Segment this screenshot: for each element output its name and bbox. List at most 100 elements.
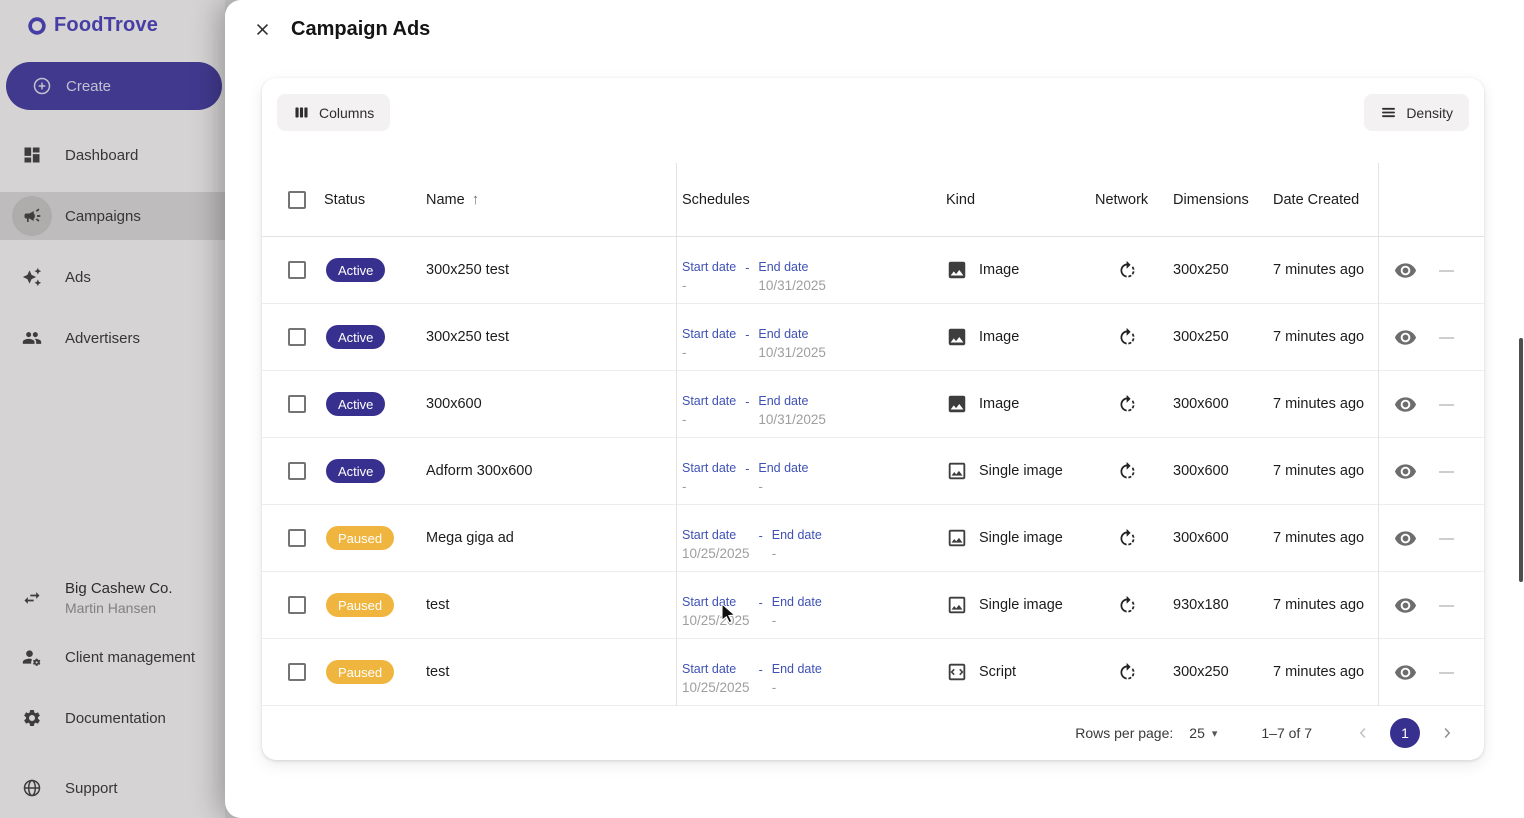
end-date-group: End date 10/31/2025 [758,260,826,293]
kind-cell: Single image [946,460,1095,482]
table-row[interactable]: Paused Mega giga ad Start date 10/25/202… [262,505,1484,572]
table-row[interactable]: Active 300x250 test Start date - - End d… [262,304,1484,371]
preview-button[interactable] [1394,661,1417,684]
start-date-group: Start date - [682,394,736,427]
header-kind[interactable]: Kind [946,192,1095,208]
current-page-button[interactable]: 1 [1390,718,1420,748]
row-checkbox[interactable] [288,395,306,413]
header-date-created[interactable]: Date Created [1273,192,1378,208]
dimensions-cell: 300x250 [1173,664,1229,680]
eye-icon [1394,597,1417,613]
row-checkbox[interactable] [288,328,306,346]
row-checkbox[interactable] [288,529,306,547]
header-network[interactable]: Network [1095,192,1173,208]
start-date-group: Start date - [682,461,736,494]
sidebar-item-dashboard[interactable]: Dashboard [0,131,225,179]
sidebar-item-support[interactable]: Support [0,764,225,812]
schedules-cell: Start date - - End date 10/31/2025 [676,315,946,360]
image-filled-icon [946,259,968,281]
sidebar-item-advertisers[interactable]: Advertisers [0,314,225,362]
eye-icon [1394,530,1417,546]
eye-icon [1394,664,1417,680]
start-date-label: Start date [682,527,737,542]
sidebar-item-documentation[interactable]: Documentation [0,694,225,742]
row-checkbox[interactable] [288,663,306,681]
status-badge: Active [326,325,386,349]
sort-ascending-icon[interactable]: ↑ [472,191,480,208]
select-all-checkbox[interactable] [288,190,306,209]
dimensions-cell: 930x180 [1173,597,1229,613]
columns-icon [295,107,308,118]
ads-table-card: Columns Density Status Name ↑ Schedules … [262,78,1484,760]
prev-page-button[interactable] [1348,718,1378,748]
sidebar-item-client-management[interactable]: Client management [0,633,225,681]
network-rotate-icon [1117,260,1138,281]
ads-table: Status Name ↑ Schedules Kind Network Dim… [262,163,1484,706]
table-row[interactable]: Active Adform 300x600 Start date - - End… [262,438,1484,505]
kind-label: Image [979,396,1020,412]
sidebar-item-ads[interactable]: Ads [0,253,225,301]
row-checkbox[interactable] [288,462,306,480]
start-date-group: Start date - [682,327,736,360]
row-checkbox[interactable] [288,596,306,614]
status-badge: Active [326,459,386,483]
end-date-label: End date [758,460,809,475]
chevron-right-icon [1444,727,1451,739]
schedule-dash: - [758,662,763,677]
end-date-group: End date 10/31/2025 [758,327,826,360]
account-switcher[interactable]: Big Cashew Co. Martin Hansen [0,574,225,622]
scrollbar-thumb[interactable] [1519,338,1523,582]
table-row[interactable]: Active 300x600 Start date - - End date 1… [262,371,1484,438]
header-status[interactable]: Status [324,192,426,208]
columns-button[interactable]: Columns [277,94,391,131]
row-action-placeholder: — [1439,328,1454,346]
preview-button[interactable] [1394,393,1417,416]
table-header-row: Status Name ↑ Schedules Kind Network Dim… [262,163,1484,237]
end-date-group: End date 10/31/2025 [758,394,826,427]
density-button-label: Density [1406,104,1453,121]
kind-cell: Image [946,326,1095,348]
end-date-label: End date [758,259,809,274]
brand-name: FoodTrove [54,14,159,36]
image-filled-icon [946,326,968,348]
density-button[interactable]: Density [1364,94,1469,131]
kind-cell: Script [946,661,1095,683]
next-page-button[interactable] [1432,718,1462,748]
header-schedules[interactable]: Schedules [676,192,946,208]
preview-button[interactable] [1394,594,1417,617]
header-checkbox-cell [276,190,324,209]
column-divider [1378,163,1379,706]
rows-per-page-value: 25 [1189,725,1205,741]
end-date-value: 10/31/2025 [758,344,826,360]
table-pagination: Rows per page: 25 ▾ 1–7 of 7 1 [262,706,1484,760]
schedule-dash: - [758,528,763,543]
table-row[interactable]: Active 300x250 test Start date - - End d… [262,237,1484,304]
preview-button[interactable] [1394,259,1417,282]
header-name[interactable]: Name ↑ [426,191,676,208]
sidebar-item-label: Advertisers [65,329,141,347]
preview-button[interactable] [1394,326,1417,349]
preview-button[interactable] [1394,527,1417,550]
name-cell: 300x250 test [426,262,510,278]
table-row[interactable]: Paused test Start date 10/25/2025 - End … [262,639,1484,706]
kind-cell: Single image [946,594,1095,616]
end-date-group: End date - [772,662,822,695]
end-date-value: 10/31/2025 [758,411,826,427]
sidebar-item-label: Client management [65,648,196,666]
close-button[interactable] [245,12,279,46]
kind-cell: Image [946,259,1095,281]
dimensions-cell: 300x600 [1173,530,1229,546]
start-date-value: 10/25/2025 [682,679,750,695]
create-button[interactable]: Create [6,62,222,110]
script-icon [946,661,968,683]
row-checkbox[interactable] [288,261,306,279]
sidebar-item-campaigns[interactable]: Campaigns [0,192,225,240]
preview-button[interactable] [1394,460,1417,483]
header-dimensions[interactable]: Dimensions [1173,192,1273,208]
rows-per-page-select[interactable]: 25 ▾ [1189,725,1217,741]
table-row[interactable]: Paused test Start date 10/25/2025 - End … [262,572,1484,639]
start-date-group: Start date - [682,260,736,293]
account-company: Big Cashew Co. [65,580,173,597]
kind-label: Image [979,262,1020,278]
chevron-left-icon [1359,727,1366,739]
